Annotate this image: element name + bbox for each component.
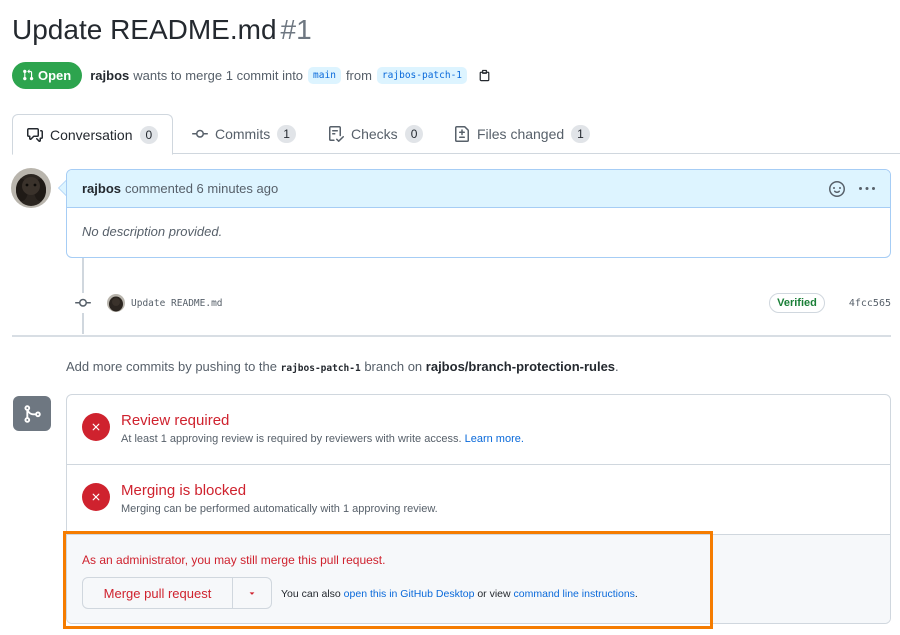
tab-commits-counter: 1 — [277, 125, 296, 143]
git-merge-icon — [13, 396, 51, 431]
push-hint: Add more commits by pushing to the rajbo… — [66, 359, 619, 374]
pr-number: #1 — [280, 14, 312, 45]
check-desc: Merging can be performed automatically w… — [121, 503, 438, 515]
check-title: Review required — [121, 412, 230, 429]
tab-files-changed-label: Files changed — [477, 126, 565, 142]
commit-author-avatar[interactable] — [107, 294, 125, 312]
checklist-icon — [329, 126, 344, 142]
check-review-required: Review required At least 1 approving rev… — [67, 395, 890, 465]
x-circle-icon — [82, 483, 110, 511]
comment-caret-inner — [59, 181, 66, 195]
comment-box: rajbos commented 6 minutes ago No descri… — [66, 169, 891, 258]
push-hint-prefix: Add more commits by pushing to the — [66, 359, 277, 374]
comment-header: rajbos commented 6 minutes ago — [67, 170, 890, 208]
x-circle-icon — [82, 413, 110, 441]
from-text: from — [345, 67, 372, 83]
tab-checks[interactable]: Checks 0 — [328, 114, 424, 154]
check-desc-text: At least 1 approving review is required … — [121, 433, 462, 445]
comment-actions — [829, 180, 875, 197]
tab-conversation-counter: 0 — [139, 125, 159, 144]
verified-badge[interactable]: Verified — [769, 293, 825, 313]
highlight-annotation — [63, 531, 713, 629]
merge-description: wants to merge 1 commit into — [133, 67, 304, 83]
pr-author-link[interactable]: rajbos — [90, 68, 129, 83]
git-commit-icon — [73, 293, 93, 313]
commit-message-link[interactable]: Update README.md — [131, 298, 223, 309]
push-hint-middle: branch on — [364, 359, 423, 374]
tab-conversation[interactable]: Conversation 0 — [12, 114, 174, 155]
tab-files-changed[interactable]: Files changed 1 — [454, 114, 590, 154]
commit-row: Update README.md Verified 4fcc565 — [73, 290, 891, 316]
comment-body: No description provided. — [82, 224, 223, 239]
base-branch-label[interactable]: main — [308, 66, 341, 84]
comment-discussion-icon — [27, 127, 43, 142]
check-merging-blocked: Merging is blocked Merging can be perfor… — [67, 465, 890, 535]
push-hint-branch: rajbos-patch-1 — [280, 363, 361, 374]
pr-title: Update README.md — [12, 14, 277, 45]
file-diff-icon — [455, 126, 469, 142]
commit-sha-link[interactable]: 4fcc565 — [849, 298, 891, 309]
head-branch-label[interactable]: rajbos-patch-1 — [376, 66, 468, 84]
check-title: Merging is blocked — [121, 482, 247, 499]
tab-conversation-label: Conversation — [50, 126, 133, 143]
kebab-horizontal-icon[interactable] — [859, 181, 875, 197]
git-pull-request-icon — [23, 69, 34, 81]
smiley-icon[interactable] — [829, 180, 845, 197]
check-desc: At least 1 approving review is required … — [121, 433, 524, 445]
pr-tabs: Conversation 0 Commits 1 Checks 0 Files … — [12, 114, 900, 155]
page-title: Update README.md #1 — [12, 14, 312, 46]
comment-author-link[interactable]: rajbos — [82, 181, 121, 196]
git-commit-icon — [192, 129, 208, 138]
push-hint-suffix: . — [615, 359, 619, 374]
status-badge-label: Open — [38, 67, 72, 83]
tab-files-changed-counter: 1 — [571, 125, 590, 143]
tab-checks-counter: 0 — [404, 125, 424, 143]
avatar[interactable] — [11, 168, 51, 208]
timeline-divider — [12, 335, 891, 337]
comment-meta[interactable]: commented 6 minutes ago — [125, 181, 278, 196]
tab-commits-label: Commits — [215, 126, 271, 142]
pr-state-row: Open rajbos wants to merge 1 commit into… — [12, 61, 491, 89]
copy-icon[interactable] — [478, 69, 491, 82]
tab-checks-label: Checks — [351, 126, 398, 142]
tab-commits[interactable]: Commits 1 — [192, 114, 296, 154]
status-badge: Open — [12, 61, 83, 89]
push-hint-repo: rajbos/branch-protection-rules — [425, 359, 616, 374]
learn-more-link[interactable]: Learn more. — [465, 433, 524, 445]
